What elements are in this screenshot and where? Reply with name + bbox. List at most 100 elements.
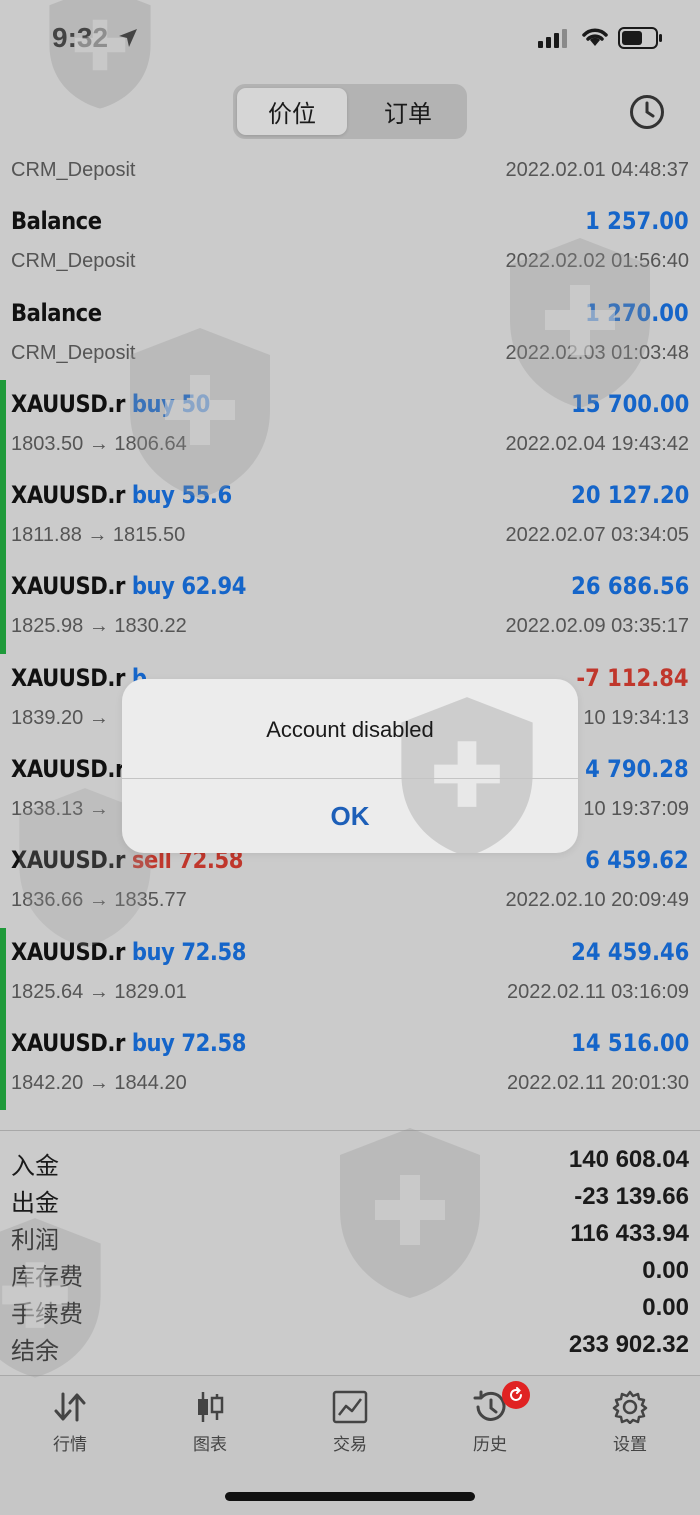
summary-panel: 入金 140 608.04 出金 -23 139.66 利润 116 433.94 库存费 0… bbox=[0, 1142, 700, 1365]
summary-value: 116 433.94 bbox=[570, 1220, 689, 1247]
row-amount: 15 700.00 bbox=[570, 389, 689, 418]
history-row[interactable]: Balance 1 257.00 CRM_Deposit 2022.02.02 01:… bbox=[0, 197, 700, 288]
summary-row: 库存费 0.00 bbox=[0, 1253, 700, 1291]
ok-button[interactable]: OK bbox=[122, 779, 578, 853]
row-detail: 1825.98 → 1830.22 bbox=[11, 615, 187, 638]
row-detail: 1838.13 → bbox=[11, 798, 109, 821]
status-bar: 9:32 bbox=[0, 0, 700, 76]
history-list[interactable]: Balance 1 245.04 CRM_Deposit 2022.02.01 04:… bbox=[0, 140, 700, 1130]
history-row[interactable]: XAUUSD.r buy 72.58 14 516.00 1842.20 → 184… bbox=[0, 1018, 700, 1111]
row-amount: 14 516.00 bbox=[570, 1028, 689, 1057]
row-amount: 1 270.00 bbox=[585, 298, 689, 327]
row-amount: 24 459.46 bbox=[570, 937, 689, 966]
alert-message: Account disabled bbox=[266, 717, 434, 742]
row-amount: 1 257.00 bbox=[585, 207, 689, 236]
symbol-name: XAUUSD.r bbox=[11, 846, 125, 875]
history-row[interactable]: XAUUSD.r buy 62.94 26 686.56 1825.98 → 183… bbox=[0, 562, 700, 654]
symbol-name: XAUUSD.r bbox=[11, 572, 125, 601]
row-detail: 1811.88 → 1815.50 bbox=[11, 524, 186, 547]
tab-label: 交易 bbox=[333, 1435, 367, 1454]
trade-action: buy 72.58 bbox=[131, 937, 247, 966]
tab-settings-nav[interactable]: 设置 bbox=[560, 1386, 700, 1466]
tab-chart-nav[interactable]: 图表 bbox=[140, 1386, 280, 1466]
summary-value: 0.00 bbox=[642, 1294, 689, 1321]
summary-row: 手续费 0.00 bbox=[0, 1290, 700, 1328]
row-symbol: Balance bbox=[11, 299, 102, 327]
history-row[interactable]: Balance 1 270.00 CRM_Deposit 2022.02.03 01:… bbox=[0, 289, 700, 380]
segmented-control: 价位 订单 bbox=[233, 84, 467, 139]
row-date: 10 19:37:09 bbox=[583, 798, 689, 821]
status-time: 9:32 bbox=[52, 22, 109, 53]
row-date: 2022.02.07 03:34:05 bbox=[505, 524, 689, 547]
summary-value: 140 608.04 bbox=[568, 1146, 689, 1173]
candlestick-chart-icon bbox=[198, 1392, 224, 1422]
summary-label: 结余 bbox=[11, 1338, 59, 1365]
summary-label: 利润 bbox=[11, 1227, 59, 1254]
summary-label: 出金 bbox=[11, 1190, 59, 1217]
list-divider bbox=[0, 1130, 700, 1131]
location-arrow-icon bbox=[119, 29, 137, 47]
row-date: 2022.02.09 03:35:17 bbox=[505, 615, 689, 638]
home-indicator bbox=[225, 1492, 475, 1501]
summary-value: 233 902.32 bbox=[568, 1331, 689, 1358]
symbol-name: XAUUSD.r bbox=[11, 1028, 125, 1057]
symbol-name: XAUUSD.r bbox=[11, 389, 125, 418]
profit-indicator-bar bbox=[0, 927, 6, 1019]
battery-icon bbox=[618, 27, 662, 49]
refresh-icon bbox=[510, 1387, 522, 1401]
tab-quotes-nav[interactable]: 行情 bbox=[0, 1386, 140, 1466]
symbol-name: XAUUSD.r bbox=[11, 937, 125, 966]
tab-label: 设置 bbox=[613, 1435, 647, 1454]
cellular-signal-icon bbox=[538, 29, 567, 48]
history-row[interactable]: XAUUSD.r buy 55.6 20 127.20 1811.88 → 1815… bbox=[0, 471, 700, 563]
row-date: 2022.02.11 03:16:09 bbox=[506, 980, 689, 1003]
symbol-name: XAUUSD.r bbox=[11, 755, 125, 784]
tab-history-nav[interactable]: 历史 bbox=[420, 1386, 560, 1466]
row-date: 2022.02.11 20:01:30 bbox=[506, 1071, 689, 1094]
row-detail: CRM_Deposit bbox=[11, 159, 136, 181]
summary-label: 手续费 bbox=[11, 1301, 83, 1328]
quotes-arrows-icon bbox=[54, 1392, 86, 1422]
row-amount: -7 112.84 bbox=[576, 663, 689, 692]
symbol-name: XAUUSD.r bbox=[11, 481, 125, 510]
symbol-name: XAUUSD.r bbox=[11, 663, 125, 692]
row-date: 2022.02.04 19:43:42 bbox=[505, 432, 689, 455]
row-date: 2022.02.02 01:56:40 bbox=[505, 250, 689, 273]
tab-label: 历史 bbox=[473, 1435, 507, 1454]
row-amount: 6 459.62 bbox=[585, 846, 689, 875]
summary-value: 0.00 bbox=[642, 1257, 689, 1284]
summary-row: 结余 233 902.32 bbox=[0, 1327, 700, 1365]
history-row[interactable]: Balance 1 245.04 CRM_Deposit 2022.02.01 04:… bbox=[0, 140, 700, 197]
profit-indicator-bar bbox=[0, 471, 6, 563]
history-row[interactable]: XAUUSD.r buy 50 15 700.00 1803.50 → 1806.6… bbox=[0, 379, 700, 472]
trade-action: buy 62.94 bbox=[131, 572, 247, 601]
summary-row: 入金 140 608.04 bbox=[0, 1142, 700, 1180]
row-symbol: XAUUSD.r buy 72.58 bbox=[11, 1029, 246, 1057]
trade-action: buy 50 bbox=[131, 389, 210, 418]
summary-label: 入金 bbox=[11, 1153, 59, 1180]
row-date: 2022.02.01 04:48:37 bbox=[505, 159, 689, 181]
row-symbol: XAUUSD.r buy 50 bbox=[11, 390, 210, 418]
row-symbol: XAUUSD.r buy 55.6 bbox=[11, 481, 232, 509]
row-detail: CRM_Deposit bbox=[11, 341, 136, 364]
tab-trade-nav[interactable]: 交易 bbox=[280, 1386, 420, 1466]
symbol-name: Balance bbox=[11, 140, 102, 144]
summary-row: 利润 116 433.94 bbox=[0, 1216, 700, 1254]
summary-label: 库存费 bbox=[11, 1264, 83, 1291]
history-row[interactable]: XAUUSD.r buy 72.58 24 459.46 1825.64 → 182… bbox=[0, 927, 700, 1019]
row-symbol: Balance bbox=[11, 140, 102, 144]
row-date: 10 19:34:13 bbox=[583, 706, 689, 729]
row-amount: 26 686.56 bbox=[570, 572, 689, 601]
tab-orders[interactable]: 订单 bbox=[353, 88, 463, 135]
symbol-name: Balance bbox=[11, 298, 102, 327]
clock-icon[interactable] bbox=[628, 93, 666, 131]
row-detail: CRM_Deposit bbox=[11, 250, 136, 273]
tab-quotes[interactable]: 价位 bbox=[237, 88, 347, 135]
summary-value: -23 139.66 bbox=[574, 1183, 689, 1210]
summary-row: 出金 -23 139.66 bbox=[0, 1179, 700, 1217]
profit-indicator-bar bbox=[0, 1018, 6, 1111]
row-symbol: Balance bbox=[11, 207, 102, 235]
settings-gear-icon bbox=[612, 1390, 648, 1424]
row-date: 2022.02.03 01:03:48 bbox=[505, 341, 689, 364]
trade-chart-icon bbox=[332, 1390, 368, 1424]
